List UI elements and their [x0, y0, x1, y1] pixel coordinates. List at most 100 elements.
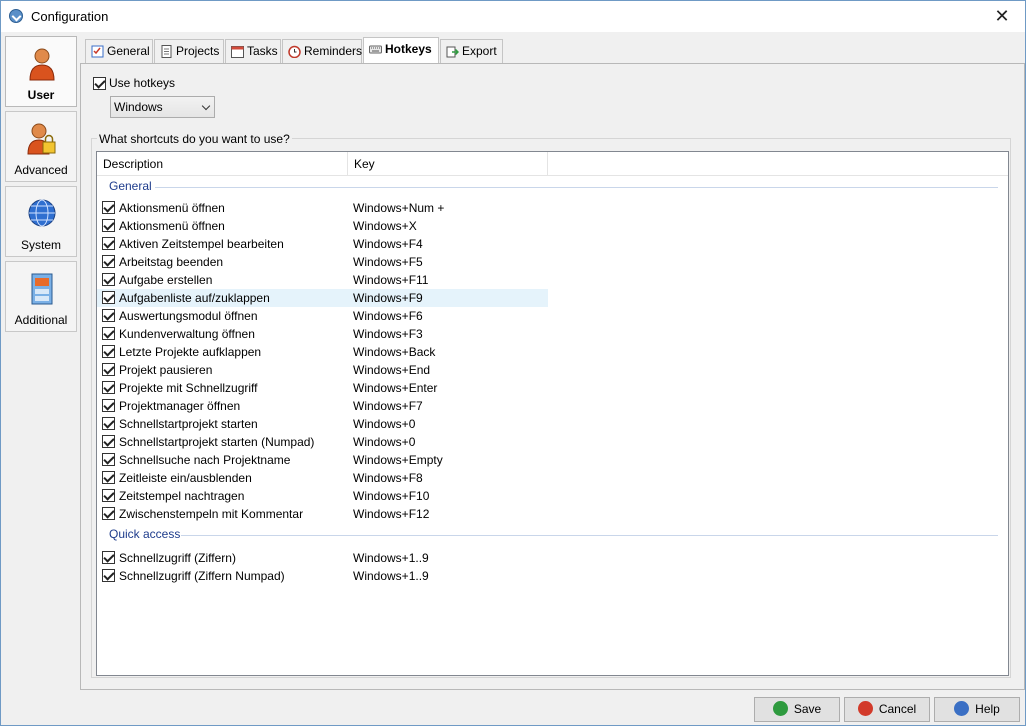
save-button[interactable]: Save	[754, 697, 840, 722]
modifier-select[interactable]: Windows	[110, 96, 215, 118]
shortcut-row[interactable]: Zeitleiste ein/ausblenden Windows+F8	[97, 469, 548, 487]
shortcut-key[interactable]: Windows+Num +	[353, 201, 444, 215]
shortcut-checkbox[interactable]	[102, 381, 115, 394]
cancel-button[interactable]: Cancel	[844, 697, 930, 722]
column-header-description[interactable]: Description	[97, 152, 348, 176]
shortcut-key[interactable]: Windows+Back	[353, 345, 435, 359]
shortcut-description: Letzte Projekte aufklappen	[119, 345, 262, 359]
shortcuts-list[interactable]: Description Key General Aktionsmenü öffne…	[96, 151, 1009, 676]
shortcut-row[interactable]: Letzte Projekte aufklappen Windows+Back	[97, 343, 548, 361]
nav-item-system[interactable]: System	[5, 186, 77, 257]
shortcut-checkbox[interactable]	[102, 399, 115, 412]
shortcut-row[interactable]: Projekt pausieren Windows+End	[97, 361, 548, 379]
shortcut-key[interactable]: Windows+Empty	[353, 453, 443, 467]
shortcut-row[interactable]: Schnellzugriff (Ziffern Numpad) Windows+1…	[97, 567, 548, 585]
shortcut-checkbox[interactable]	[102, 327, 115, 340]
shortcut-checkbox[interactable]	[102, 453, 115, 466]
shortcut-key[interactable]: Windows+0	[353, 417, 415, 431]
checklist-icon	[91, 45, 104, 58]
tab-general[interactable]: General	[85, 39, 153, 64]
shortcut-checkbox[interactable]	[102, 507, 115, 520]
shortcut-row[interactable]: Zwischenstempeln mit Kommentar Windows+F1…	[97, 505, 548, 523]
shortcuts-group-label: What shortcuts do you want to use?	[97, 132, 292, 146]
shortcut-description: Aktionsmenü öffnen	[119, 201, 225, 215]
tab-hotkeys[interactable]: Hotkeys	[363, 37, 439, 65]
shortcut-key[interactable]: Windows+F11	[353, 273, 428, 287]
shortcut-checkbox[interactable]	[102, 237, 115, 250]
shortcut-key[interactable]: Windows+F3	[353, 327, 423, 341]
alarm-clock-icon	[288, 45, 301, 58]
shortcut-checkbox[interactable]	[102, 417, 115, 430]
shortcut-description: Kundenverwaltung öffnen	[119, 327, 255, 341]
user-icon	[29, 48, 55, 81]
tab-projects[interactable]: Projects	[154, 39, 224, 64]
tab-export[interactable]: Export	[440, 39, 503, 64]
shortcut-key[interactable]: Windows+End	[353, 363, 430, 377]
shortcut-row[interactable]: Aufgabenliste auf/zuklappen Windows+F9	[97, 289, 548, 307]
shortcut-row[interactable]: Projekte mit Schnellzugriff Windows+Enter	[97, 379, 548, 397]
shortcut-checkbox[interactable]	[102, 273, 115, 286]
shortcut-key[interactable]: Windows+1..9	[353, 569, 429, 583]
shortcut-checkbox[interactable]	[102, 345, 115, 358]
shortcut-checkbox[interactable]	[102, 471, 115, 484]
shortcut-checkbox[interactable]	[102, 219, 115, 232]
shortcut-checkbox[interactable]	[102, 489, 115, 502]
shortcut-key[interactable]: Windows+1..9	[353, 551, 429, 565]
shortcut-row[interactable]: Schnellsuche nach Projektname Windows+Emp…	[97, 451, 548, 469]
shortcut-row[interactable]: Aktiven Zeitstempel bearbeiten Windows+F4	[97, 235, 548, 253]
shortcut-row[interactable]: Aufgabe erstellen Windows+F11	[97, 271, 548, 289]
nav-label-advanced: Advanced	[14, 163, 68, 177]
app-icon	[9, 9, 23, 23]
close-icon[interactable]: ✕	[979, 1, 1025, 31]
shortcut-key[interactable]: Windows+F10	[353, 489, 429, 503]
document-icon	[161, 45, 172, 58]
shortcut-key[interactable]: Windows+F9	[353, 291, 423, 305]
shortcut-key[interactable]: Windows+F7	[353, 399, 423, 413]
shortcut-key[interactable]: Windows+X	[353, 219, 417, 233]
shortcut-row[interactable]: Arbeitstag beenden Windows+F5	[97, 253, 548, 271]
shortcut-row[interactable]: Schnellzugriff (Ziffern) Windows+1..9	[97, 549, 548, 567]
nav-item-advanced[interactable]: Advanced	[5, 111, 77, 182]
shortcut-checkbox[interactable]	[102, 363, 115, 376]
shortcut-checkbox[interactable]	[102, 309, 115, 322]
shortcut-row[interactable]: Projektmanager öffnen Windows+F7	[97, 397, 548, 415]
shortcut-key[interactable]: Windows+F12	[353, 507, 429, 521]
use-hotkeys-check[interactable]	[93, 77, 106, 91]
shortcut-description: Auswertungsmodul öffnen	[119, 309, 258, 323]
nav-item-additional[interactable]: Additional	[5, 261, 77, 332]
nav-label-user: User	[27, 88, 55, 102]
shortcut-checkbox[interactable]	[102, 551, 115, 564]
shortcut-checkbox[interactable]	[102, 255, 115, 268]
shortcut-key[interactable]: Windows+0	[353, 435, 415, 449]
tab-tasks[interactable]: Tasks	[225, 39, 281, 64]
shortcut-row[interactable]: Schnellstartprojekt starten Windows+0	[97, 415, 548, 433]
shortcut-row[interactable]: Aktionsmenü öffnen Windows+Num +	[97, 199, 548, 217]
shortcut-key[interactable]: Windows+Enter	[353, 381, 437, 395]
shortcut-row[interactable]: Zeitstempel nachtragen Windows+F10	[97, 487, 548, 505]
shortcut-description: Zeitstempel nachtragen	[119, 489, 245, 503]
shortcut-row[interactable]: Aktionsmenü öffnen Windows+X	[97, 217, 548, 235]
shortcut-key[interactable]: Windows+F5	[353, 255, 423, 269]
shortcut-checkbox[interactable]	[102, 201, 115, 214]
column-header-key[interactable]: Key	[348, 152, 548, 176]
help-button-label: Help	[975, 702, 1000, 716]
shortcut-checkbox[interactable]	[102, 569, 115, 582]
tab-reminders[interactable]: Reminders	[282, 39, 362, 64]
shortcut-row[interactable]: Kundenverwaltung öffnen Windows+F3	[97, 325, 548, 343]
section-divider	[155, 187, 998, 188]
shortcut-key[interactable]: Windows+F6	[353, 309, 423, 323]
shortcut-row[interactable]: Schnellstartprojekt starten (Numpad) Wind…	[97, 433, 548, 451]
cancel-icon	[857, 701, 873, 716]
nav-item-user[interactable]: User	[5, 36, 77, 107]
checkmark-icon	[772, 701, 788, 716]
shortcut-row[interactable]: Auswertungsmodul öffnen Windows+F6	[97, 307, 548, 325]
shortcut-key[interactable]: Windows+F8	[353, 471, 423, 485]
shortcut-description: Zeitleiste ein/ausblenden	[119, 471, 252, 485]
use-hotkeys-checkbox[interactable]: Use hotkeys	[93, 76, 175, 92]
help-button[interactable]: Help	[934, 697, 1020, 722]
tab-label: Export	[462, 44, 497, 58]
shortcut-key[interactable]: Windows+F4	[353, 237, 423, 251]
shortcut-checkbox[interactable]	[102, 435, 115, 448]
shortcut-checkbox[interactable]	[102, 291, 115, 304]
shortcut-description: Arbeitstag beenden	[119, 255, 224, 269]
